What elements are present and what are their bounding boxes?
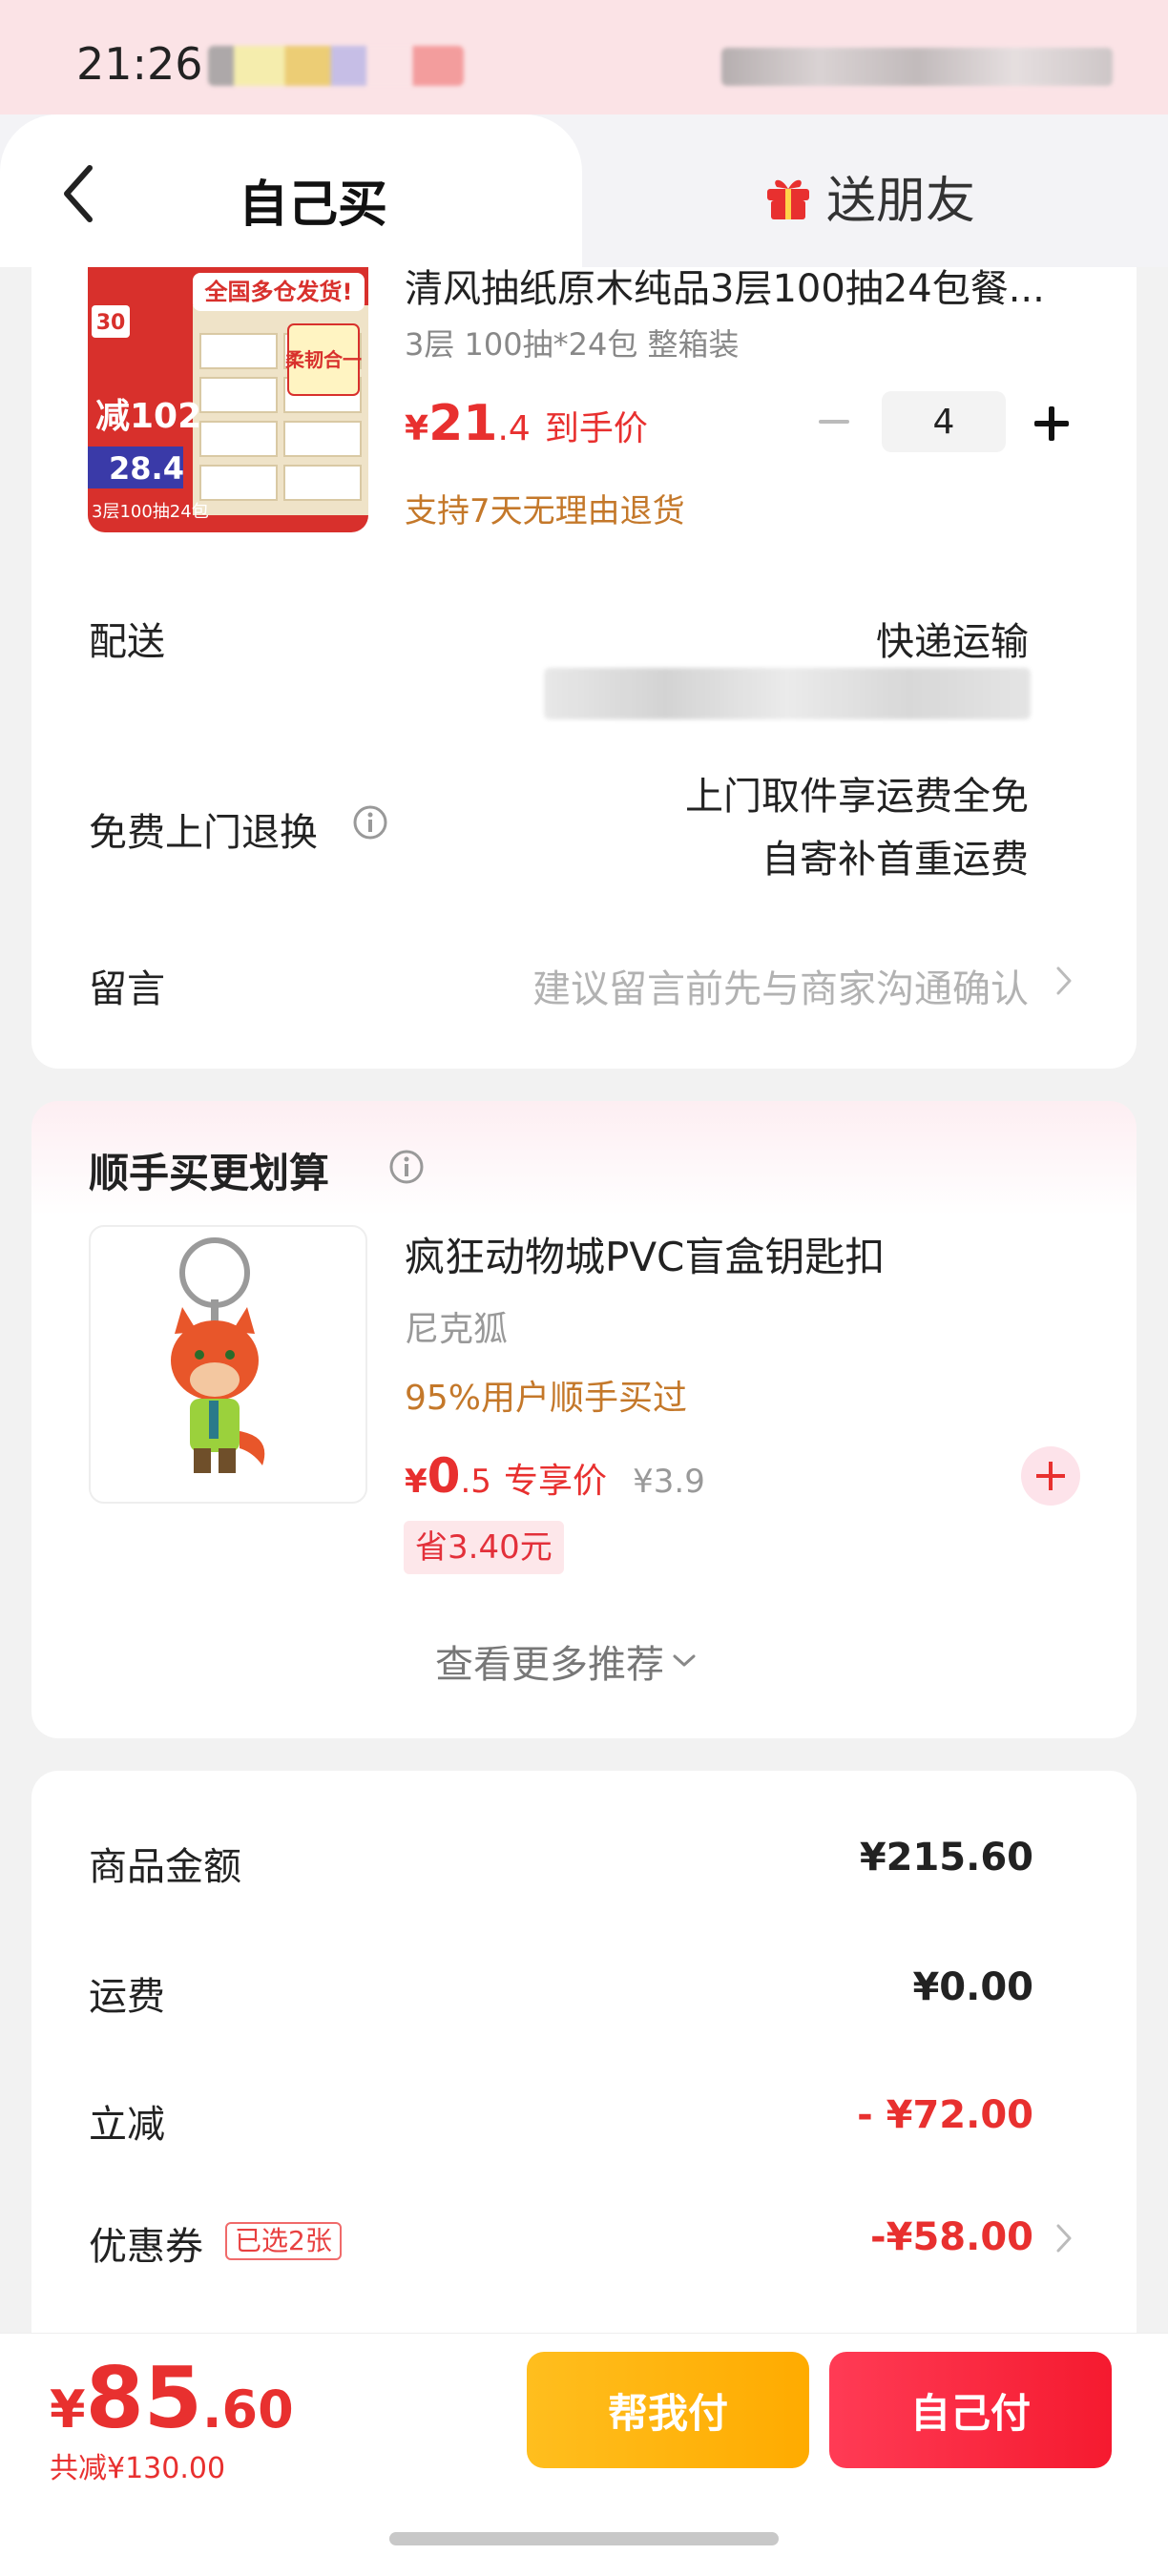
home-indicator[interactable]	[389, 2532, 779, 2545]
price-label: 到手价	[544, 409, 648, 448]
summary-goods-value: ¥215.60	[859, 1836, 1033, 1880]
more-recommend-label: 查看更多推荐	[435, 1643, 664, 1687]
addon-price-label: 专享价	[504, 1462, 608, 1501]
info-icon[interactable]	[351, 803, 389, 841]
summary-discount-value: - ¥72.00	[857, 2093, 1033, 2137]
delivery-time-blurred	[544, 668, 1031, 719]
total-integer: 85	[85, 2349, 203, 2447]
addon-product-image[interactable]	[89, 1225, 367, 1504]
addon-variant[interactable]: 尼克狐	[405, 1301, 508, 1351]
price-decimal: .4	[497, 409, 531, 448]
delivery-label: 配送	[89, 620, 165, 664]
tab-self-buy[interactable]: 自己买	[239, 164, 387, 236]
info-icon[interactable]	[387, 1148, 426, 1186]
addon-price-symbol: ¥	[405, 1463, 428, 1501]
addon-social-proof: 95%用户顺手买过	[405, 1379, 688, 1418]
tab-send-friend[interactable]: 送朋友	[763, 160, 975, 232]
addon-price: ¥0.5 专享价 ¥3.9	[405, 1448, 705, 1504]
more-recommend-link[interactable]: 查看更多推荐	[435, 1633, 699, 1689]
addon-original-price: ¥3.9	[633, 1463, 705, 1501]
status-bar: 21:26	[0, 0, 1168, 124]
image-banner-text: 全国多仓发货!	[204, 279, 353, 305]
image-price-text: 28.4	[109, 450, 184, 487]
addon-title[interactable]: 疯狂动物城PVC盲盒钥匙扣	[405, 1225, 885, 1283]
summary-shipping-value: ¥0.00	[912, 1965, 1033, 2009]
help-pay-button[interactable]: 帮我付	[527, 2352, 809, 2468]
product-image[interactable]: 全国多仓发货! 柔韧合一 30 减102 28.4 3层100抽24包	[88, 267, 368, 532]
status-time: 21:26	[76, 38, 203, 90]
image-sticker-text: 柔韧合一	[285, 348, 362, 371]
quantity-input[interactable]: 4	[882, 391, 1006, 452]
product-title[interactable]: 清风抽纸原木纯品3层100抽24包餐...	[405, 258, 1063, 313]
addon-section-title: 顺手买更划算	[89, 1150, 330, 1196]
chevron-right-icon[interactable]	[1053, 2221, 1074, 2255]
plus-icon	[1036, 1462, 1065, 1490]
price-integer: 21	[428, 395, 498, 452]
self-pay-button[interactable]: 自己付	[829, 2352, 1112, 2468]
add-addon-button[interactable]	[1021, 1446, 1080, 1506]
summary-shipping-label: 运费	[89, 1975, 165, 2019]
coupon-selected-tag[interactable]: 已选2张	[225, 2222, 342, 2260]
addon-save-badge: 省3.40元	[404, 1521, 564, 1574]
total-price: ¥85.60	[50, 2349, 294, 2447]
status-icons-blurred	[208, 46, 464, 86]
addon-price-integer: 0	[427, 1448, 461, 1504]
product-price: ¥21.4 到手价	[405, 395, 648, 452]
return-policy: 支持7天无理由退货	[405, 492, 685, 530]
summary-goods-label: 商品金额	[89, 1845, 241, 1889]
return-service-line1: 上门取件享运费全免	[685, 775, 1029, 819]
summary-coupon-value[interactable]: -¥58.00	[870, 2215, 1033, 2259]
return-service-line2: 自寄补首重运费	[761, 838, 1029, 882]
keychain-image	[171, 1237, 265, 1473]
tab-gift-label: 送朋友	[826, 173, 976, 230]
summary-coupon-label: 优惠券	[89, 2225, 203, 2269]
message-label: 留言	[89, 967, 165, 1011]
status-right-blurred	[721, 48, 1113, 86]
total-saved: 共减¥130.00	[50, 2452, 226, 2485]
chevron-left-icon[interactable]	[57, 160, 105, 227]
total-symbol: ¥	[50, 2379, 86, 2440]
chevron-right-icon[interactable]	[1053, 964, 1074, 998]
message-input[interactable]: 建议留言前先与商家沟通确认	[532, 958, 1029, 1013]
image-reduce-text: 减102	[95, 397, 201, 436]
image-pack-text: 3层100抽24包	[92, 502, 209, 522]
minus-icon[interactable]	[817, 414, 851, 429]
summary-discount-label: 立减	[89, 2103, 165, 2147]
delivery-value[interactable]: 快递运输	[876, 611, 1029, 666]
plus-icon[interactable]	[1032, 405, 1071, 443]
total-decimal: .60	[202, 2379, 294, 2440]
product-image-art: 全国多仓发货! 柔韧合一 30 减102 28.4 3层100抽24包	[88, 267, 368, 532]
product-spec[interactable]: 3层 100抽*24包 整箱装	[405, 321, 740, 364]
addon-price-decimal: .5	[460, 1463, 491, 1501]
chevron-down-icon	[673, 1654, 696, 1667]
image-badge-text: 30	[96, 311, 126, 335]
price-symbol: ¥	[405, 409, 429, 448]
return-service-label: 免费上门退换	[89, 811, 318, 855]
gift-icon	[767, 179, 809, 219]
